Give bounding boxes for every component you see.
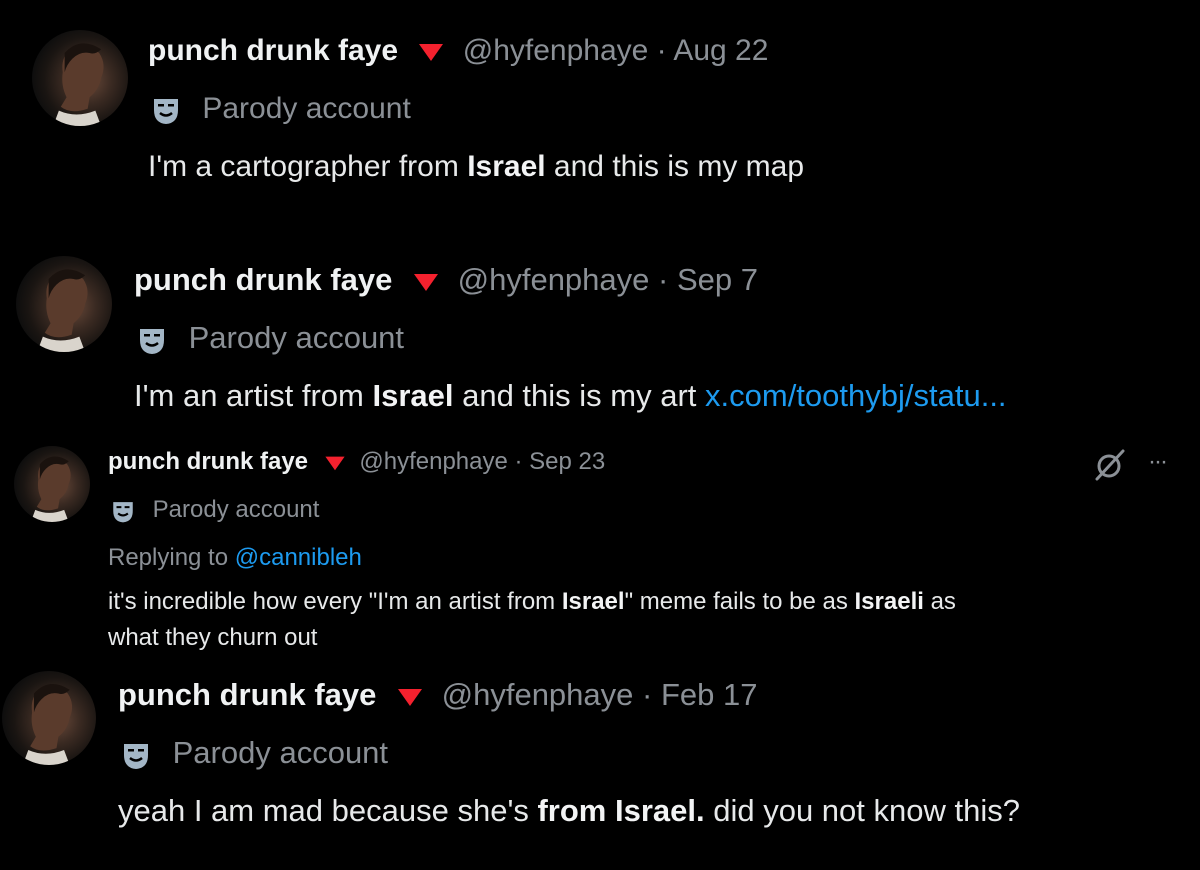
handle-date[interactable]: @hyfenphaye · Sep 7 [458,262,758,297]
parody-mask-icon [154,99,178,125]
parody-mask-icon [124,743,148,769]
avatar[interactable] [16,256,112,352]
replying-handle[interactable]: @cannibleh [235,544,362,571]
post-text: I'm an artist from Israel and this is my… [134,378,1007,413]
grok-icon[interactable] [1093,448,1127,482]
avatar-portrait-icon [22,684,73,765]
parody-mask-icon [113,501,133,523]
post-1[interactable]: punch drunk faye @hyfenphaye · Aug 22 Pa… [0,0,1200,220]
post-4[interactable]: punch drunk faye @hyfenphaye · Feb 17 Pa… [0,665,1200,870]
avatar[interactable] [2,671,96,765]
post-text: yeah I am mad because she's from Israel.… [118,793,1020,828]
parody-label: Parody account [152,496,320,523]
post-link[interactable]: x.com/toothybj/statu... [705,378,1007,413]
post-text: I'm a cartographer from Israel and this … [148,150,805,183]
parody-label: Parody account [188,320,405,355]
handle-date[interactable]: @hyfenphaye · Sep 23 [359,448,605,475]
avatar[interactable] [32,30,128,126]
parody-mask-icon [140,328,164,354]
more-icon[interactable]: ··· [1148,448,1168,476]
triangle-down-icon [325,456,345,470]
display-name[interactable]: punch drunk faye [148,34,398,67]
avatar-portrait-icon [30,456,71,522]
handle-date[interactable]: @hyfenphaye · Aug 22 [463,34,769,67]
parody-label: Parody account [202,92,411,125]
handle-date[interactable]: @hyfenphaye · Feb 17 [442,677,758,712]
avatar[interactable] [14,446,90,522]
parody-label: Parody account [172,735,389,770]
replying-to: Replying to @cannibleh [108,544,362,571]
post-text-line-1: it's incredible how every "I'm an artist… [108,588,956,615]
triangle-down-icon [398,688,422,706]
triangle-down-icon [414,273,438,291]
post-3[interactable]: punch drunk faye @hyfenphaye · Sep 23 ··… [0,440,1200,665]
avatar-portrait-icon [53,43,104,126]
post-text-line-2: what they churn out [108,624,318,651]
avatar-portrait-icon [37,269,88,352]
display-name[interactable]: punch drunk faye [134,262,392,297]
display-name[interactable]: punch drunk faye [108,448,308,475]
triangle-down-icon [419,44,444,62]
post-2[interactable]: punch drunk faye @hyfenphaye · Sep 7 Par… [0,240,1200,440]
display-name[interactable]: punch drunk faye [118,677,376,712]
